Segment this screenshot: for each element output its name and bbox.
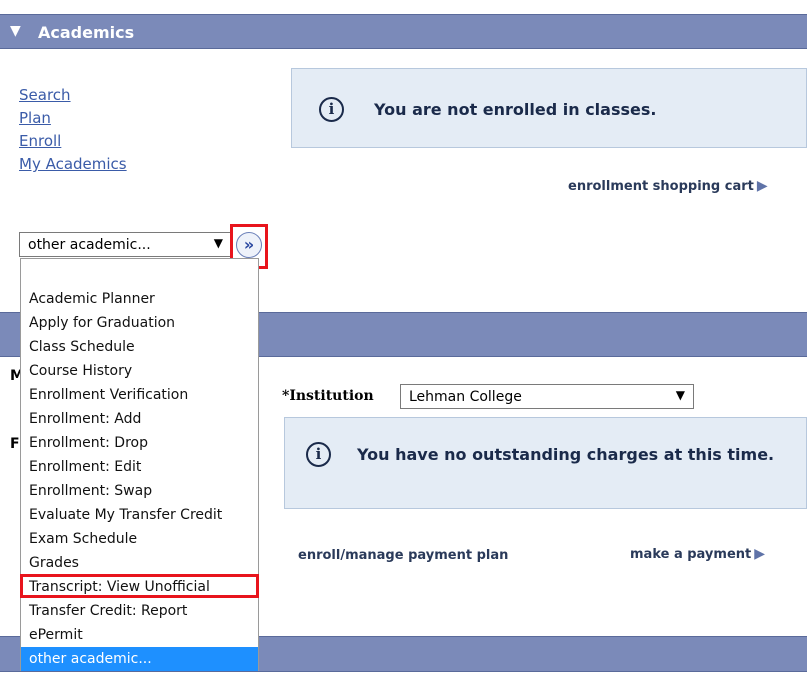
- make-payment-link[interactable]: make a payment ▶: [630, 546, 765, 562]
- charges-message: You have no outstanding charges at this …: [357, 445, 775, 464]
- academics-nav-links: Search Plan Enroll My Academics: [19, 84, 127, 176]
- transcript-option-highlight: [20, 574, 259, 598]
- enroll-link[interactable]: Enroll: [19, 130, 127, 153]
- info-icon: i: [306, 442, 331, 467]
- academics-section-header[interactable]: ▼ Academics: [0, 14, 807, 49]
- dropdown-option[interactable]: Transfer Credit: Report: [21, 599, 258, 623]
- dropdown-option[interactable]: Evaluate My Transfer Credit: [21, 503, 258, 527]
- other-academic-select[interactable]: other academic... ▼: [19, 232, 232, 257]
- charges-info-alert: i You have no outstanding charges at thi…: [284, 417, 807, 509]
- dropdown-option[interactable]: Course History: [21, 359, 258, 383]
- collapse-triangle-icon[interactable]: ▼: [10, 23, 21, 39]
- dropdown-option[interactable]: Exam Schedule: [21, 527, 258, 551]
- institution-label: *Institution: [282, 388, 374, 404]
- dropdown-option[interactable]: Enrollment: Add: [21, 407, 258, 431]
- info-icon: i: [319, 97, 344, 122]
- dropdown-option[interactable]: Class Schedule: [21, 335, 258, 359]
- left-stub-text: F: [10, 436, 20, 452]
- dropdown-option[interactable]: Grades: [21, 551, 258, 575]
- dropdown-option[interactable]: ePermit: [21, 623, 258, 647]
- dropdown-arrow-icon: ▼: [213, 236, 223, 250]
- institution-value: Lehman College: [409, 389, 522, 405]
- dropdown-option[interactable]: Enrollment Verification: [21, 383, 258, 407]
- plan-link[interactable]: Plan: [19, 107, 127, 130]
- enrollment-shopping-cart-link[interactable]: enrollment shopping cart ▶: [568, 178, 768, 194]
- other-academic-dropdown-list[interactable]: Academic Planner Apply for Graduation Cl…: [20, 258, 259, 671]
- payment-plan-link[interactable]: enroll/manage payment plan: [298, 548, 508, 563]
- dropdown-option[interactable]: Enrollment: Edit: [21, 455, 258, 479]
- enrollment-message: You are not enrolled in classes.: [374, 100, 657, 119]
- dropdown-arrow-icon: ▼: [675, 388, 685, 402]
- enrollment-info-alert: i You are not enrolled in classes.: [291, 68, 807, 148]
- section-title: Academics: [38, 23, 135, 42]
- play-arrow-icon: ▶: [756, 178, 768, 194]
- my-academics-link[interactable]: My Academics: [19, 153, 127, 176]
- make-payment-label: make a payment: [630, 547, 752, 562]
- dropdown-option-selected[interactable]: other academic...: [21, 647, 258, 671]
- dropdown-option[interactable]: Enrollment: Swap: [21, 479, 258, 503]
- select-value: other academic...: [28, 237, 151, 253]
- cart-link-label: enrollment shopping cart: [568, 179, 754, 194]
- dropdown-option[interactable]: Enrollment: Drop: [21, 431, 258, 455]
- institution-select[interactable]: Lehman College ▼: [400, 384, 694, 409]
- dropdown-option[interactable]: Apply for Graduation: [21, 311, 258, 335]
- dropdown-option[interactable]: Academic Planner: [21, 287, 258, 311]
- search-link[interactable]: Search: [19, 84, 127, 107]
- play-arrow-icon: ▶: [754, 546, 766, 562]
